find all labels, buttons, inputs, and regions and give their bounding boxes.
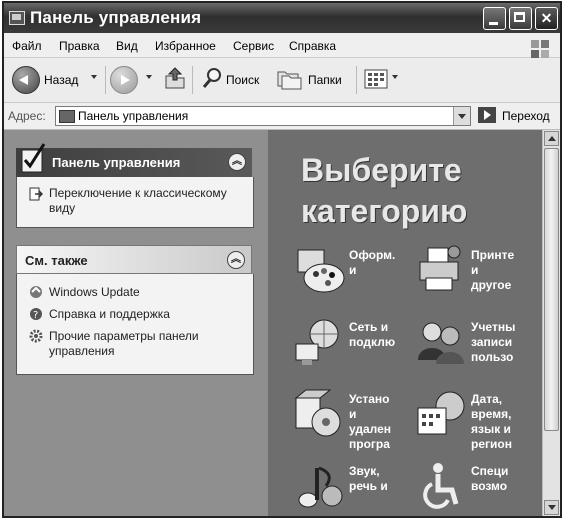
category-pane: Выберите категорию Оформ. и Принте и дру… xyxy=(268,130,543,516)
category-printers-label: Принте и другое xyxy=(471,248,515,292)
category-add-remove-programs[interactable]: Устано и удален програ xyxy=(292,388,402,451)
close-button[interactable]: ✕ xyxy=(535,7,558,30)
views-dropdown-icon[interactable] xyxy=(392,75,398,79)
category-network-label: Сеть и подклю xyxy=(349,320,395,349)
toolbar: Назад Поиск Папки xyxy=(4,58,560,103)
scroll-up-button[interactable] xyxy=(544,131,559,146)
scroll-down-button[interactable] xyxy=(544,500,559,515)
toolbar-separator xyxy=(356,66,357,94)
menu-file[interactable]: Файл xyxy=(12,39,42,53)
see-also-link-help[interactable]: Справка и поддержка xyxy=(49,307,170,322)
user-accounts-icon xyxy=(418,322,464,364)
category-user-accounts-label: Учетны записи пользо xyxy=(471,320,516,364)
back-dropdown-icon[interactable] xyxy=(91,75,97,79)
switch-view-icon xyxy=(29,187,44,201)
up-folder-icon[interactable] xyxy=(164,66,186,90)
search-button-label[interactable]: Поиск xyxy=(226,73,259,87)
window-title: Панель управления xyxy=(30,8,202,27)
date-time-globe-icon xyxy=(417,391,465,435)
content-area: Панель управления ︽ Переключение к класс… xyxy=(4,130,543,516)
search-icon[interactable] xyxy=(201,66,223,90)
back-button-label[interactable]: Назад xyxy=(44,73,78,87)
forward-dropdown-icon[interactable] xyxy=(146,75,152,79)
forward-arrow-icon[interactable] xyxy=(110,66,138,94)
pick-category-heading-line1: Выберите xyxy=(301,152,462,188)
see-also-section-header[interactable]: См. также ︽ xyxy=(16,245,252,274)
see-also-section-body: Windows Update ? Справка и поддержка Про… xyxy=(16,274,254,375)
folders-button-label[interactable]: Папки xyxy=(308,73,342,87)
control-panel-icon xyxy=(59,110,75,123)
control-panel-section-body: Переключение к классическому виду xyxy=(16,177,254,228)
windows-update-icon xyxy=(29,285,43,299)
see-also-link-other-options[interactable]: Прочие параметры панели управления xyxy=(49,329,229,359)
category-network[interactable]: Сеть и подклю xyxy=(292,316,402,378)
gear-icon xyxy=(29,329,43,343)
folders-icon[interactable] xyxy=(276,68,302,90)
category-sound-speech-label: Звук, речь и xyxy=(349,464,388,493)
help-icon: ? xyxy=(29,307,43,321)
classic-view-link[interactable]: Переключение к классическому виду xyxy=(49,186,229,216)
title-bar[interactable]: Панель управления ✕ xyxy=(4,3,560,33)
go-arrow-icon[interactable] xyxy=(478,107,496,123)
control-panel-checkmark-icon xyxy=(20,142,48,174)
toolbar-separator xyxy=(192,66,193,94)
category-user-accounts[interactable]: Учетны записи пользо xyxy=(414,316,524,378)
explorer-window: Панель управления ✕ Файл Правка Вид Избр… xyxy=(2,1,562,518)
category-accessibility[interactable]: Специ возмо xyxy=(414,460,524,516)
collapse-chevron-icon[interactable]: ︽ xyxy=(227,251,245,269)
see-also-title: См. также xyxy=(25,253,88,268)
category-printers[interactable]: Принте и другое xyxy=(414,244,524,306)
address-bar: Адрес: Панель управления Переход xyxy=(4,103,560,130)
menu-favorites[interactable]: Избранное xyxy=(155,39,216,53)
maximize-button[interactable] xyxy=(509,7,532,30)
category-sound-speech[interactable]: Звук, речь и xyxy=(292,460,402,516)
back-arrow-icon[interactable] xyxy=(12,66,40,94)
menu-tools[interactable]: Сервис xyxy=(233,39,274,53)
control-panel-section-title: Панель управления xyxy=(52,155,181,170)
go-button-label[interactable]: Переход xyxy=(502,109,550,123)
toolbar-separator xyxy=(105,66,106,94)
category-date-time-region-label: Дата, время, язык и регион xyxy=(471,392,512,451)
address-dropdown-button[interactable] xyxy=(453,107,470,125)
add-remove-programs-icon xyxy=(294,389,341,437)
address-input[interactable]: Панель управления xyxy=(55,106,471,126)
accessibility-wheelchair-icon xyxy=(423,463,459,509)
views-grid-icon[interactable] xyxy=(364,69,388,89)
collapse-chevron-icon[interactable]: ︽ xyxy=(228,153,246,171)
printer-icon xyxy=(419,245,461,291)
task-pane: Панель управления ︽ Переключение к класс… xyxy=(4,130,268,516)
address-label: Адрес: xyxy=(8,109,46,123)
menu-view[interactable]: Вид xyxy=(116,39,138,53)
category-accessibility-label: Специ возмо xyxy=(471,464,509,493)
address-value: Панель управления xyxy=(78,109,189,123)
control-panel-section-header[interactable]: Панель управления ︽ xyxy=(16,143,252,177)
svg-text:?: ? xyxy=(33,310,38,321)
category-add-remove-programs-label: Устано и удален програ xyxy=(349,392,392,451)
scroll-thumb[interactable] xyxy=(544,148,559,431)
menu-help[interactable]: Справка xyxy=(289,39,336,53)
windows-logo-icon xyxy=(530,39,550,59)
category-date-time-region[interactable]: Дата, время, язык и регион xyxy=(414,388,524,451)
vertical-scrollbar[interactable] xyxy=(542,130,560,516)
menu-edit[interactable]: Правка xyxy=(59,39,100,53)
sound-note-icon xyxy=(298,466,343,508)
category-appearance-label: Оформ. и xyxy=(349,248,395,277)
network-globe-icon xyxy=(295,319,339,365)
minimize-button[interactable] xyxy=(483,7,506,30)
control-panel-window-icon[interactable] xyxy=(9,11,25,25)
appearance-palette-icon xyxy=(297,249,345,293)
category-appearance[interactable]: Оформ. и xyxy=(292,244,402,306)
menu-bar: Файл Правка Вид Избранное Сервис Справка xyxy=(4,33,560,58)
pick-category-heading-line2: категорию xyxy=(301,193,468,229)
see-also-link-windows-update[interactable]: Windows Update xyxy=(49,285,140,300)
